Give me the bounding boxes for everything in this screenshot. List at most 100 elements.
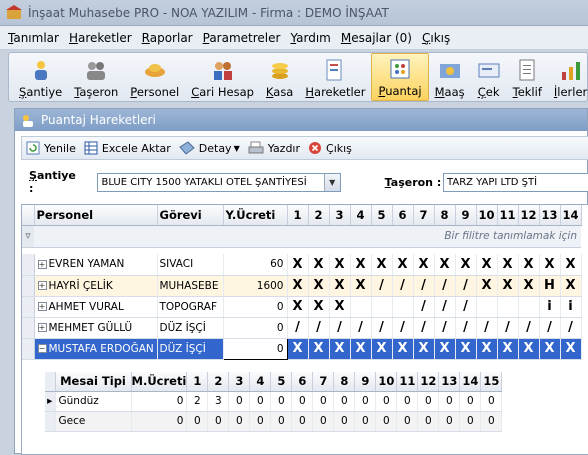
cell-day-value[interactable]: 0 [438,391,461,412]
cell-day-mark[interactable]: X [497,338,519,360]
menu-cikis[interactable]: Çıkış [422,31,450,45]
cell-day-mark[interactable]: / [497,317,519,339]
cell-day-mark[interactable] [371,296,393,318]
cell-day-value[interactable]: 0 [312,391,335,412]
cell-day-mark[interactable]: X [518,275,540,297]
cell-ucret[interactable]: 60 [223,254,288,276]
cell-day-mark[interactable]: / [476,317,498,339]
col-day-header[interactable]: 13 [539,205,561,226]
cell-day-value[interactable]: 0 [291,411,314,432]
cell-day-mark[interactable]: / [371,275,393,297]
col-day-header[interactable]: 7 [312,372,335,392]
toolbar-hareketler-button[interactable]: Hareketler [299,53,371,101]
cell-day-mark[interactable]: X [455,338,477,360]
menu-raporlar[interactable]: Raporlar [142,31,193,45]
collapse-icon[interactable]: − [37,344,47,353]
cell-day-mark[interactable]: i [539,296,561,318]
cell-day-mark[interactable]: / [434,275,456,297]
col-day-header[interactable]: 4 [249,372,272,392]
menu-hareketler[interactable]: Hareketler [69,31,132,45]
col-gorevi-header[interactable]: Görevi [157,205,224,226]
cell-day-value[interactable]: 0 [354,411,377,432]
cell-day-value[interactable]: 0 [228,391,251,412]
cell-personel[interactable]: + HAYRİ ÇELİK [34,275,158,297]
cell-day-mark[interactable]: / [455,275,477,297]
cell-gorevi[interactable]: DÜZ İŞÇİ [157,317,224,339]
col-day-header[interactable]: 8 [333,372,356,392]
col-day-header[interactable]: 3 [329,205,351,226]
cell-day-mark[interactable]: / [455,317,477,339]
col-day-header[interactable]: 10 [476,205,498,226]
cell-day-mark[interactable] [392,296,414,318]
cell-day-mark[interactable]: X [329,338,351,360]
cell-day-mark[interactable]: X [329,296,351,318]
toolbar-taseron-button[interactable]: Taşeron [68,53,124,101]
cell-day-mark[interactable]: / [392,317,414,339]
cell-day-value[interactable]: 0 [480,411,503,432]
toolbar-cek-button[interactable]: Çek [471,53,507,101]
cell-day-value[interactable]: 0 [333,391,356,412]
cell-day-mark[interactable]: X [350,275,372,297]
santiye-combobox[interactable]: BLUE CITY 1500 YATAKLI OTEL ŞANTİYESİ ▼ [97,172,341,192]
table-row[interactable]: − MUSTAFA ERDOĞAN DÜZ İŞÇİ 0 X X X X X X X X X X X X X X [22,337,582,360]
cell-day-value[interactable]: 0 [354,391,377,412]
cell-day-mark[interactable]: X [308,275,330,297]
cell-day-mark[interactable]: i [560,296,582,318]
cell-gorevi[interactable]: MUHASEBE [157,275,224,297]
col-mesai-tipi-header[interactable]: Mesai Tipi [55,372,132,392]
col-day-header[interactable]: 12 [417,372,440,392]
cell-m-ucret[interactable]: 0 [131,391,188,412]
col-day-header[interactable]: 15 [480,372,503,392]
export-excel-button[interactable]: Excele Aktar [84,141,171,155]
col-day-header[interactable]: 3 [228,372,251,392]
table-row[interactable]: + EVREN YAMAN SIVACI 60 X X X X X X X X X X X X X X [22,254,582,276]
cell-day-mark[interactable]: X [350,338,372,360]
cell-day-mark[interactable]: X [518,338,540,360]
cell-day-value[interactable]: 0 [207,411,230,432]
cell-day-mark[interactable]: / [455,296,477,318]
cell-day-mark[interactable]: / [434,317,456,339]
expand-icon[interactable]: + [37,281,47,290]
cell-day-mark[interactable]: X [308,296,330,318]
col-day-header[interactable]: 12 [518,205,540,226]
cell-ucret[interactable]: 1600 [223,275,288,297]
cell-day-mark[interactable]: X [560,254,582,276]
cell-day-mark[interactable] [476,296,498,318]
cell-day-mark[interactable]: X [287,338,309,360]
cell-gorevi[interactable]: TOPOGRAF [157,296,224,318]
cell-day-mark[interactable]: X [392,254,414,276]
table-row[interactable]: + MEHMET GÜLLÜ DÜZ İŞÇİ 0// / / / / / / / / / / / / [22,317,582,339]
cell-day-value[interactable]: 0 [249,411,272,432]
col-day-header[interactable]: 9 [354,372,377,392]
detail-dropdown-button[interactable]: Detay ▼ [179,141,240,155]
cell-personel[interactable]: + MEHMET GÜLLÜ [34,317,158,339]
cell-day-mark[interactable]: X [350,254,372,276]
col-m-ucret-header[interactable]: M.Ücreti [131,372,188,392]
chevron-down-icon[interactable]: ▼ [323,173,340,191]
cell-day-value[interactable]: 3 [207,391,230,412]
cell-day-value[interactable]: 0 [291,391,314,412]
col-day-header[interactable]: 2 [207,372,230,392]
taseron-combobox[interactable]: TARZ YAPI LTD ŞTİ [443,172,588,192]
cell-m-ucret[interactable]: 0 [131,411,188,432]
col-ucret-header[interactable]: Y.Ücreti [223,205,288,226]
cell-day-mark[interactable]: / [539,317,561,339]
col-day-header[interactable]: 6 [392,205,414,226]
cell-gorevi[interactable]: DÜZ İŞÇİ [157,338,224,360]
menu-tanimlar[interactable]: Tanımlar [8,31,59,45]
col-day-header[interactable]: 11 [396,372,419,392]
cell-day-value[interactable]: 0 [333,411,356,432]
col-day-header[interactable]: 10 [375,372,398,392]
refresh-button[interactable]: Yenile [26,141,76,155]
cell-personel[interactable]: − MUSTAFA ERDOĞAN [34,338,158,360]
toolbar-kasa-button[interactable]: Kasa [260,53,299,101]
cell-day-mark[interactable] [350,296,372,318]
cell-day-mark[interactable] [497,296,519,318]
cell-day-mark[interactable]: X [476,275,498,297]
cell-day-value[interactable]: 0 [270,411,293,432]
cell-day-mark[interactable]: X [560,275,582,297]
cell-personel[interactable]: + AHMET VURAL [34,296,158,318]
col-day-header[interactable]: 6 [291,372,314,392]
cell-day-value[interactable]: 0 [438,411,461,432]
expand-icon[interactable]: + [37,323,47,332]
